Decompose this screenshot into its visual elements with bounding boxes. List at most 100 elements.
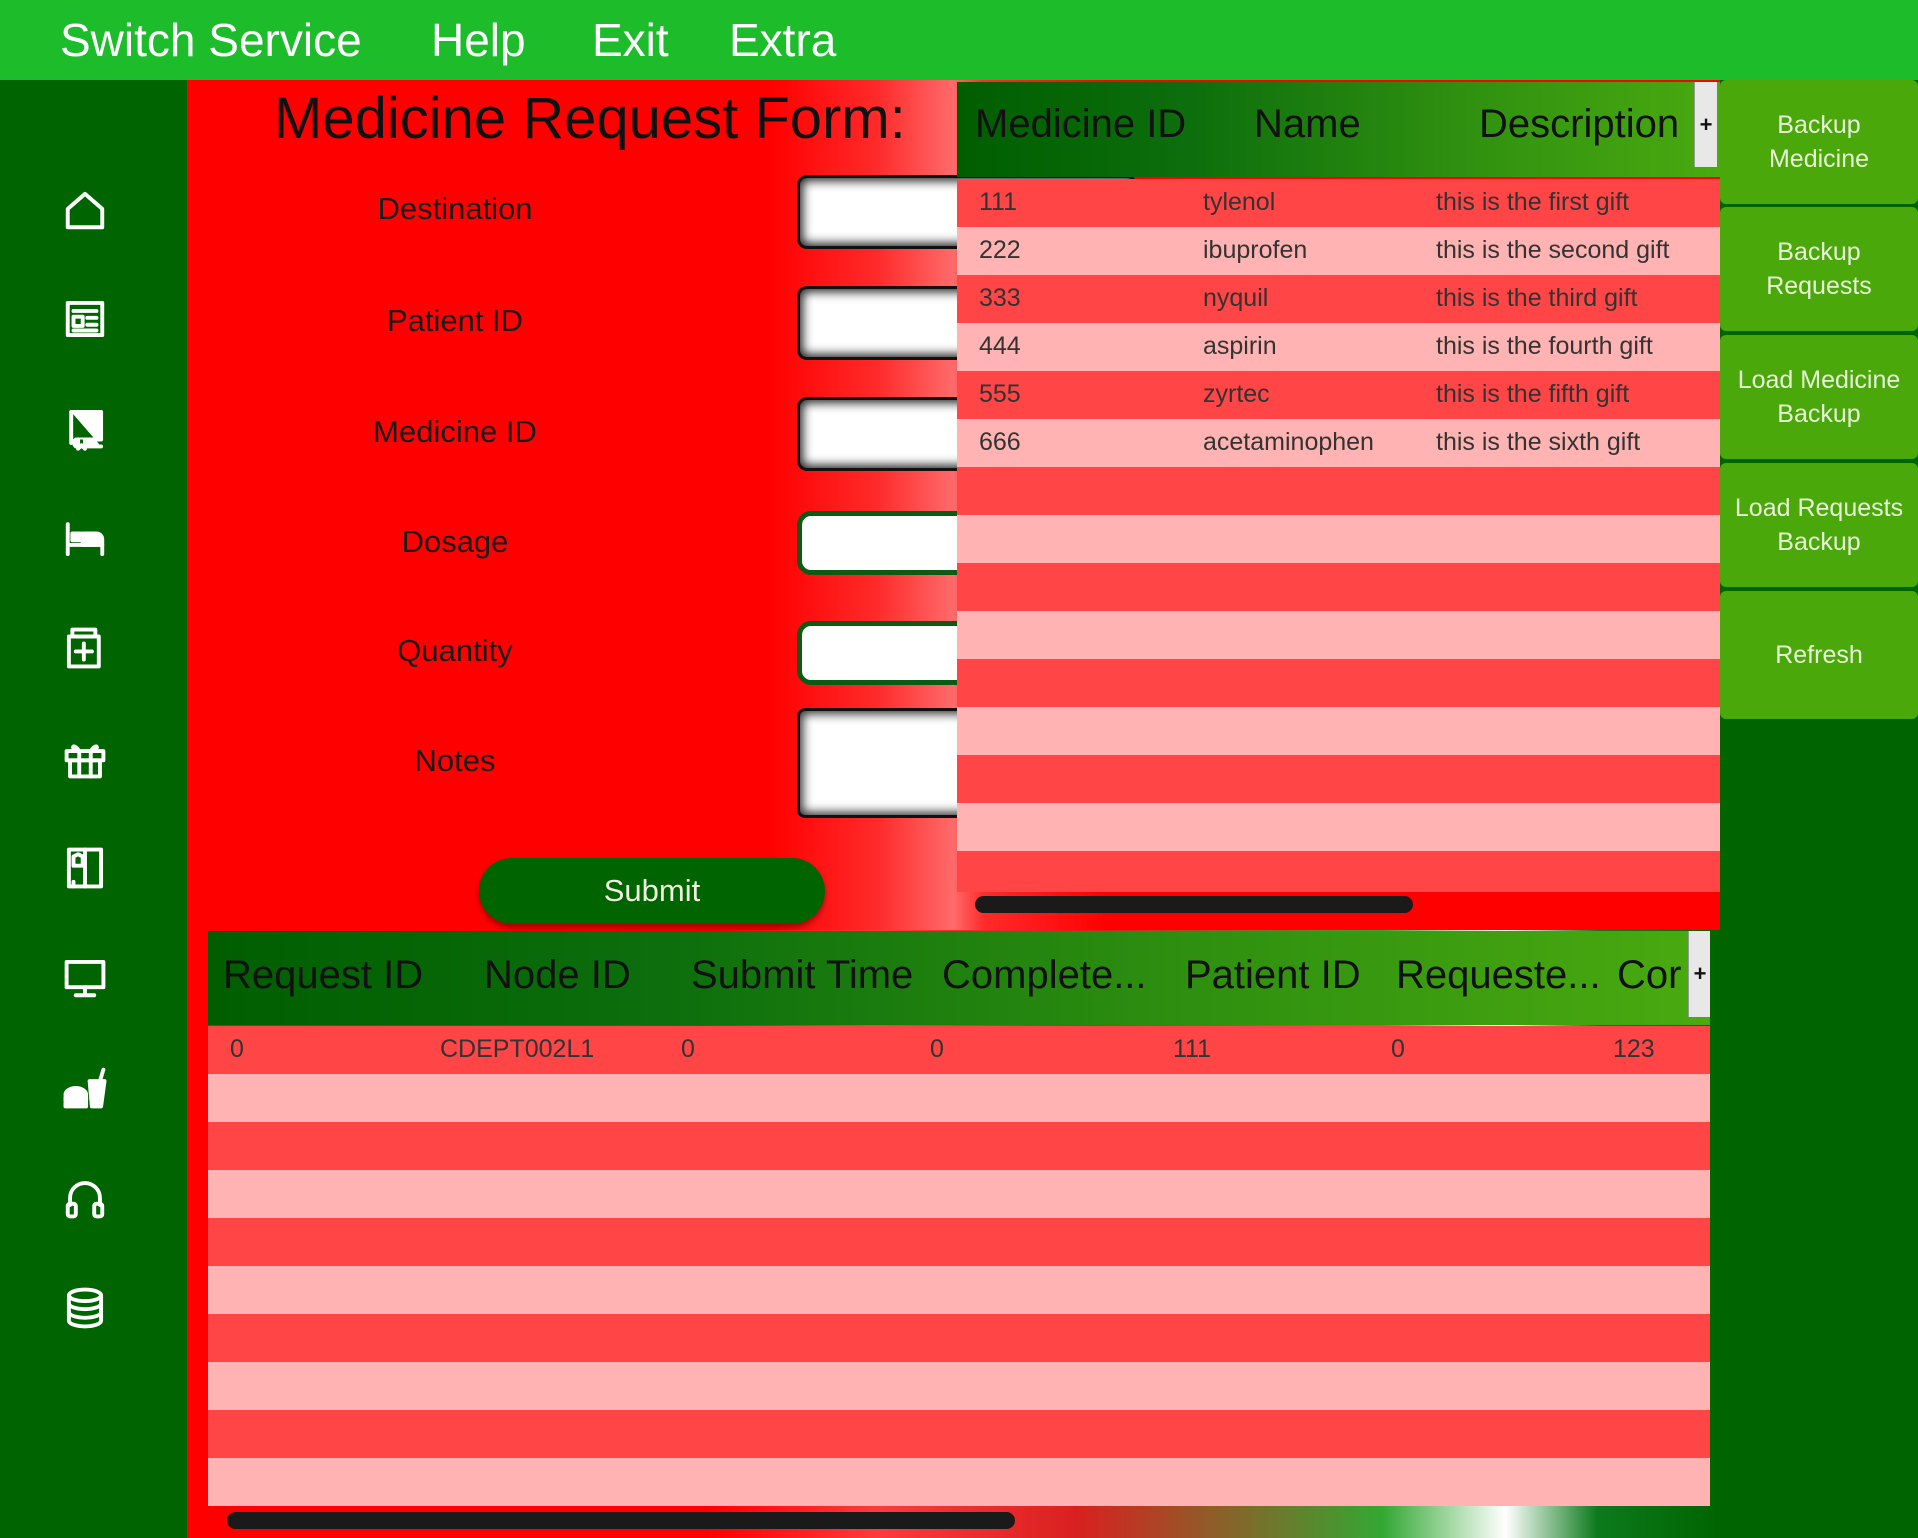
table-cell: 444 <box>979 332 1021 360</box>
column-header-medicine-id[interactable]: Medicine ID <box>975 102 1186 147</box>
column-menu-button[interactable]: + <box>1694 82 1717 167</box>
column-header-patient-id[interactable]: Patient ID <box>1185 953 1380 998</box>
medicine-table-row[interactable] <box>957 611 1720 659</box>
column-menu-button[interactable]: + <box>1688 931 1710 1017</box>
column-header-name[interactable]: Name <box>1254 102 1361 147</box>
request-table-header: Request ID Node ID Submit Time Complete.… <box>208 931 1710 1025</box>
table-cell: acetaminophen <box>1203 428 1374 456</box>
medicine-table-row[interactable] <box>957 851 1720 892</box>
gift-icon[interactable] <box>60 733 110 783</box>
medicine-table-row[interactable] <box>957 707 1720 755</box>
request-table-row[interactable] <box>208 1218 1710 1266</box>
table-cell: 555 <box>979 380 1021 408</box>
request-table-row[interactable] <box>208 1458 1710 1506</box>
medicine-table-row[interactable] <box>957 803 1720 851</box>
request-table-body: 0 CDEPT002L1 0 0 111 0 123 <box>208 1026 1710 1514</box>
table-cell: aspirin <box>1203 332 1277 360</box>
headset-icon[interactable] <box>60 1173 110 1223</box>
medicine-table-scrollbar[interactable] <box>975 896 1413 913</box>
menu-help[interactable]: Help <box>431 0 526 80</box>
column-header-cor[interactable]: Cor <box>1617 953 1685 998</box>
medicine-table-row[interactable]: 333 nyquil this is the third gift <box>957 275 1720 323</box>
column-header-description[interactable]: Description <box>1479 102 1697 147</box>
table-cell: tylenol <box>1203 188 1276 216</box>
fast-food-icon[interactable] <box>60 1063 110 1113</box>
medicine-id-label: Medicine ID <box>373 414 537 449</box>
menu-extra[interactable]: Extra <box>729 0 836 80</box>
medicine-table-row[interactable] <box>957 467 1720 515</box>
book-icon[interactable] <box>60 403 110 453</box>
monitor-icon[interactable] <box>60 953 110 1003</box>
table-cell: zyrtec <box>1203 380 1270 408</box>
load-medicine-backup-button[interactable]: Load Medicine Backup <box>1720 335 1918 459</box>
request-table-row[interactable] <box>208 1362 1710 1410</box>
table-cell: ibuprofen <box>1203 236 1308 264</box>
table-cell: this is the fifth gift <box>1436 380 1630 408</box>
table-cell: this is the third gift <box>1436 284 1638 312</box>
menu-switch-service[interactable]: Switch Service <box>60 0 362 80</box>
table-cell: 111 <box>1173 1035 1212 1063</box>
medicine-icon[interactable] <box>60 623 110 673</box>
wardrobe-icon[interactable] <box>60 843 110 893</box>
request-table-row[interactable] <box>208 1410 1710 1458</box>
form-title: Medicine Request Form: <box>274 86 906 151</box>
table-cell: 0 <box>930 1035 944 1063</box>
table-cell: nyquil <box>1203 284 1269 312</box>
menu-bar: Switch Service Help Exit Extra <box>0 0 1918 80</box>
medicine-table-row[interactable]: 555 zyrtec this is the fifth gift <box>957 371 1720 419</box>
table-cell: 0 <box>1391 1035 1405 1063</box>
column-header-submit-time[interactable]: Submit Time <box>691 953 929 998</box>
home-icon[interactable] <box>60 185 110 235</box>
sidebar <box>0 80 187 1538</box>
table-cell: 333 <box>979 284 1021 312</box>
refresh-button[interactable]: Refresh <box>1720 591 1918 719</box>
request-table-row[interactable] <box>208 1122 1710 1170</box>
request-table: Request ID Node ID Submit Time Complete.… <box>208 931 1710 1514</box>
medicine-table-row[interactable]: 666 acetaminophen this is the sixth gift <box>957 419 1720 467</box>
table-cell: this is the first gift <box>1436 188 1630 216</box>
table-cell: this is the fourth gift <box>1436 332 1653 360</box>
notes-label: Notes <box>414 743 496 778</box>
column-header-node-id[interactable]: Node ID <box>484 953 669 998</box>
submit-button[interactable]: Submit <box>479 858 825 924</box>
main-panel: Medicine Request Form: Destination Patie… <box>187 80 1720 1538</box>
medicine-table-row[interactable]: 444 aspirin this is the fourth gift <box>957 323 1720 371</box>
dosage-label: Dosage <box>401 524 509 559</box>
request-table-row[interactable] <box>208 1266 1710 1314</box>
medicine-table-row[interactable] <box>957 659 1720 707</box>
table-cell: CDEPT002L1 <box>440 1035 595 1063</box>
medicine-table-row[interactable]: 222 ibuprofen this is the second gift <box>957 227 1720 275</box>
column-header-requester[interactable]: Requeste... <box>1396 953 1601 998</box>
table-cell: 0 <box>681 1035 695 1063</box>
request-table-row[interactable]: 0 CDEPT002L1 0 0 111 0 123 <box>208 1026 1710 1074</box>
database-icon[interactable] <box>60 1283 110 1333</box>
backup-requests-button[interactable]: Backup Requests <box>1720 207 1918 331</box>
table-cell: this is the sixth gift <box>1436 428 1641 456</box>
request-table-scrollbar[interactable] <box>227 1512 1015 1529</box>
medicine-table-row[interactable] <box>957 515 1720 563</box>
patient-id-label: Patient ID <box>386 303 524 338</box>
column-header-complete[interactable]: Complete... <box>942 953 1152 998</box>
table-cell: 222 <box>979 236 1021 264</box>
bed-icon[interactable] <box>60 513 110 563</box>
request-table-row[interactable] <box>208 1170 1710 1218</box>
table-cell: 111 <box>979 188 1018 216</box>
medicine-table: Medicine ID Name Description + 111 tyleno… <box>957 82 1720 892</box>
action-panel: Backup Medicine Backup Requests Load Medic… <box>1720 80 1918 1538</box>
request-table-row[interactable] <box>208 1314 1710 1362</box>
table-cell: this is the second gift <box>1436 236 1670 264</box>
medicine-table-row[interactable]: 111 tylenol this is the first gift <box>957 179 1720 227</box>
table-cell: 666 <box>979 428 1021 456</box>
backup-medicine-button[interactable]: Backup Medicine <box>1720 80 1918 204</box>
destination-label: Destination <box>377 191 533 226</box>
request-table-row[interactable] <box>208 1074 1710 1122</box>
load-requests-backup-button[interactable]: Load Requests Backup <box>1720 463 1918 587</box>
medicine-table-row[interactable] <box>957 563 1720 611</box>
medicine-table-row[interactable] <box>957 755 1720 803</box>
newspaper-icon[interactable] <box>60 294 110 344</box>
column-header-request-id[interactable]: Request ID <box>223 953 423 998</box>
menu-exit[interactable]: Exit <box>592 0 669 80</box>
medicine-table-body: 111 tylenol this is the first gift 222 ibupr… <box>957 179 1720 892</box>
quantity-label: Quantity <box>397 633 513 668</box>
table-cell: 0 <box>230 1035 244 1063</box>
